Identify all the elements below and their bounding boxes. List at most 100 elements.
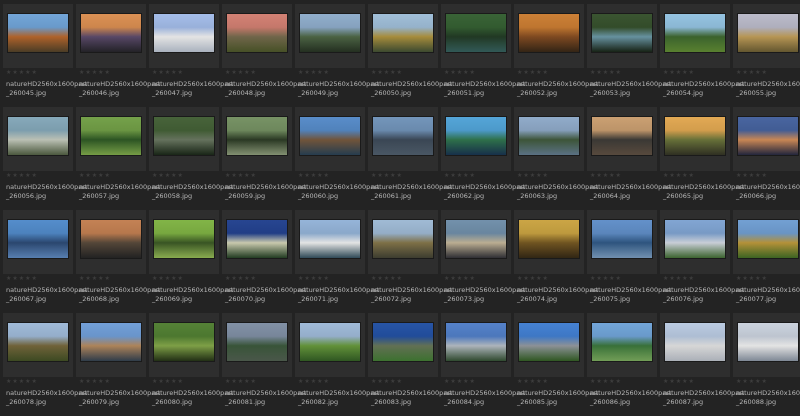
- rating-stars[interactable]: ★★★★★: [79, 173, 111, 179]
- thumbnail-image[interactable]: [300, 117, 360, 155]
- thumbnail-item[interactable]: ★★★★★ natureHD2560x1600part _260056.jpg: [3, 107, 87, 210]
- thumbnail-image[interactable]: [519, 220, 579, 258]
- thumbnail-item[interactable]: ★★★★★ natureHD2560x1600part _260060.jpg: [295, 107, 379, 210]
- rating-stars[interactable]: ★★★★★: [444, 70, 476, 76]
- thumbnail-image[interactable]: [738, 14, 798, 52]
- thumbnail-item[interactable]: ★★★★★ natureHD2560x1600part_260088.jpg: [733, 313, 800, 416]
- rating-stars[interactable]: ★★★★★: [590, 379, 622, 385]
- thumbnail-image[interactable]: [373, 323, 433, 361]
- thumbnail-image[interactable]: [738, 220, 798, 258]
- rating-stars[interactable]: ★★★★★: [590, 276, 622, 282]
- thumbnail-image[interactable]: [300, 220, 360, 258]
- thumbnail-item[interactable]: ★★★★★ natureHD2560x1600part_260055.jpg: [733, 4, 800, 107]
- rating-stars[interactable]: ★★★★★: [444, 379, 476, 385]
- thumbnail-image[interactable]: [154, 14, 214, 52]
- thumbnail-item[interactable]: ★★★★★ natureHD2560x1600part _260054.jpg: [660, 4, 744, 107]
- thumbnail-item[interactable]: ★★★★★ natureHD2560x1600part _260081.jpg: [222, 313, 306, 416]
- thumbnail-item[interactable]: ★★★★★ natureHD2560x1600part _260047.jpg: [149, 4, 233, 107]
- rating-stars[interactable]: ★★★★★: [225, 379, 257, 385]
- thumbnail-item[interactable]: ★★★★★ natureHD2560x1600part _260067.jpg: [3, 210, 87, 313]
- rating-stars[interactable]: ★★★★★: [298, 70, 330, 76]
- thumbnail-item[interactable]: ★★★★★ natureHD2560x1600part _260083.jpg: [368, 313, 452, 416]
- thumbnail-image[interactable]: [665, 117, 725, 155]
- rating-stars[interactable]: ★★★★★: [517, 70, 549, 76]
- rating-stars[interactable]: ★★★★★: [79, 379, 111, 385]
- thumbnail-item[interactable]: ★★★★★ natureHD2560x1600part _260045.jpg: [3, 4, 87, 107]
- rating-stars[interactable]: ★★★★★: [517, 379, 549, 385]
- thumbnail-image[interactable]: [373, 220, 433, 258]
- thumbnail-item[interactable]: ★★★★★ natureHD2560x1600part _260046.jpg: [76, 4, 160, 107]
- thumbnail-image[interactable]: [227, 220, 287, 258]
- rating-stars[interactable]: ★★★★★: [736, 173, 768, 179]
- rating-stars[interactable]: ★★★★★: [298, 276, 330, 282]
- thumbnail-item[interactable]: ★★★★★ natureHD2560x1600part _260087.jpg: [660, 313, 744, 416]
- rating-stars[interactable]: ★★★★★: [517, 276, 549, 282]
- thumbnail-image[interactable]: [592, 117, 652, 155]
- thumbnail-image[interactable]: [227, 117, 287, 155]
- thumbnail-item[interactable]: ★★★★★ natureHD2560x1600part _260075.jpg: [587, 210, 671, 313]
- thumbnail-item[interactable]: ★★★★★ natureHD2560x1600part _260063.jpg: [514, 107, 598, 210]
- thumbnail-item[interactable]: ★★★★★ natureHD2560x1600part _260064.jpg: [587, 107, 671, 210]
- rating-stars[interactable]: ★★★★★: [371, 173, 403, 179]
- thumbnail-item[interactable]: ★★★★★ natureHD2560x1600part _260076.jpg: [660, 210, 744, 313]
- thumbnail-item[interactable]: ★★★★★ natureHD2560x1600part _260074.jpg: [514, 210, 598, 313]
- thumbnail-item[interactable]: ★★★★★ natureHD2560x1600part _260051.jpg: [441, 4, 525, 107]
- rating-stars[interactable]: ★★★★★: [225, 276, 257, 282]
- thumbnail-item[interactable]: ★★★★★ natureHD2560x1600part _260072.jpg: [368, 210, 452, 313]
- thumbnail-image[interactable]: [81, 117, 141, 155]
- thumbnail-image[interactable]: [519, 323, 579, 361]
- thumbnail-item[interactable]: ★★★★★ natureHD2560x1600part _260080.jpg: [149, 313, 233, 416]
- rating-stars[interactable]: ★★★★★: [736, 276, 768, 282]
- thumbnail-image[interactable]: [81, 220, 141, 258]
- rating-stars[interactable]: ★★★★★: [6, 70, 38, 76]
- thumbnail-image[interactable]: [519, 14, 579, 52]
- rating-stars[interactable]: ★★★★★: [298, 173, 330, 179]
- thumbnail-item[interactable]: ★★★★★ natureHD2560x1600part _260053.jpg: [587, 4, 671, 107]
- thumbnail-image[interactable]: [592, 14, 652, 52]
- rating-stars[interactable]: ★★★★★: [736, 379, 768, 385]
- rating-stars[interactable]: ★★★★★: [225, 173, 257, 179]
- thumbnail-image[interactable]: [154, 323, 214, 361]
- rating-stars[interactable]: ★★★★★: [663, 276, 695, 282]
- thumbnail-image[interactable]: [8, 14, 68, 52]
- thumbnail-item[interactable]: ★★★★★ natureHD2560x1600part _260062.jpg: [441, 107, 525, 210]
- thumbnail-image[interactable]: [81, 323, 141, 361]
- thumbnail-image[interactable]: [592, 220, 652, 258]
- thumbnail-image[interactable]: [738, 323, 798, 361]
- thumbnail-item[interactable]: ★★★★★ natureHD2560x1600part _260061.jpg: [368, 107, 452, 210]
- rating-stars[interactable]: ★★★★★: [590, 173, 622, 179]
- thumbnail-item[interactable]: ★★★★★ natureHD2560x1600part _260082.jpg: [295, 313, 379, 416]
- thumbnail-item[interactable]: ★★★★★ natureHD2560x1600part _260049.jpg: [295, 4, 379, 107]
- thumbnail-image[interactable]: [446, 323, 506, 361]
- thumbnail-item[interactable]: ★★★★★ natureHD2560x1600part _260065.jpg: [660, 107, 744, 210]
- thumbnail-image[interactable]: [446, 117, 506, 155]
- rating-stars[interactable]: ★★★★★: [371, 276, 403, 282]
- thumbnail-item[interactable]: ★★★★★ natureHD2560x1600part _260069.jpg: [149, 210, 233, 313]
- thumbnail-item[interactable]: ★★★★★ natureHD2560x1600part _260078.jpg: [3, 313, 87, 416]
- thumbnail-image[interactable]: [665, 220, 725, 258]
- thumbnail-image[interactable]: [738, 117, 798, 155]
- thumbnail-item[interactable]: ★★★★★ natureHD2560x1600part _260079.jpg: [76, 313, 160, 416]
- thumbnail-image[interactable]: [8, 323, 68, 361]
- thumbnail-image[interactable]: [227, 323, 287, 361]
- thumbnail-item[interactable]: ★★★★★ natureHD2560x1600part _260048.jpg: [222, 4, 306, 107]
- rating-stars[interactable]: ★★★★★: [152, 276, 184, 282]
- thumbnail-item[interactable]: ★★★★★ natureHD2560x1600part _260085.jpg: [514, 313, 598, 416]
- rating-stars[interactable]: ★★★★★: [152, 70, 184, 76]
- thumbnail-item[interactable]: ★★★★★ natureHD2560x1600part _260052.jpg: [514, 4, 598, 107]
- rating-stars[interactable]: ★★★★★: [371, 70, 403, 76]
- rating-stars[interactable]: ★★★★★: [663, 70, 695, 76]
- thumbnail-item[interactable]: ★★★★★ natureHD2560x1600part _260084.jpg: [441, 313, 525, 416]
- thumbnail-image[interactable]: [8, 117, 68, 155]
- thumbnail-image[interactable]: [373, 117, 433, 155]
- thumbnail-item[interactable]: ★★★★★ natureHD2560x1600part _260059.jpg: [222, 107, 306, 210]
- thumbnail-item[interactable]: ★★★★★ natureHD2560x1600part _260057.jpg: [76, 107, 160, 210]
- thumbnail-image[interactable]: [227, 14, 287, 52]
- thumbnail-image[interactable]: [519, 117, 579, 155]
- thumbnail-image[interactable]: [446, 14, 506, 52]
- thumbnail-image[interactable]: [446, 220, 506, 258]
- rating-stars[interactable]: ★★★★★: [298, 379, 330, 385]
- thumbnail-item[interactable]: ★★★★★ natureHD2560x1600part _260070.jpg: [222, 210, 306, 313]
- rating-stars[interactable]: ★★★★★: [371, 379, 403, 385]
- thumbnail-item[interactable]: ★★★★★ natureHD2560x1600part_260066.jpg: [733, 107, 800, 210]
